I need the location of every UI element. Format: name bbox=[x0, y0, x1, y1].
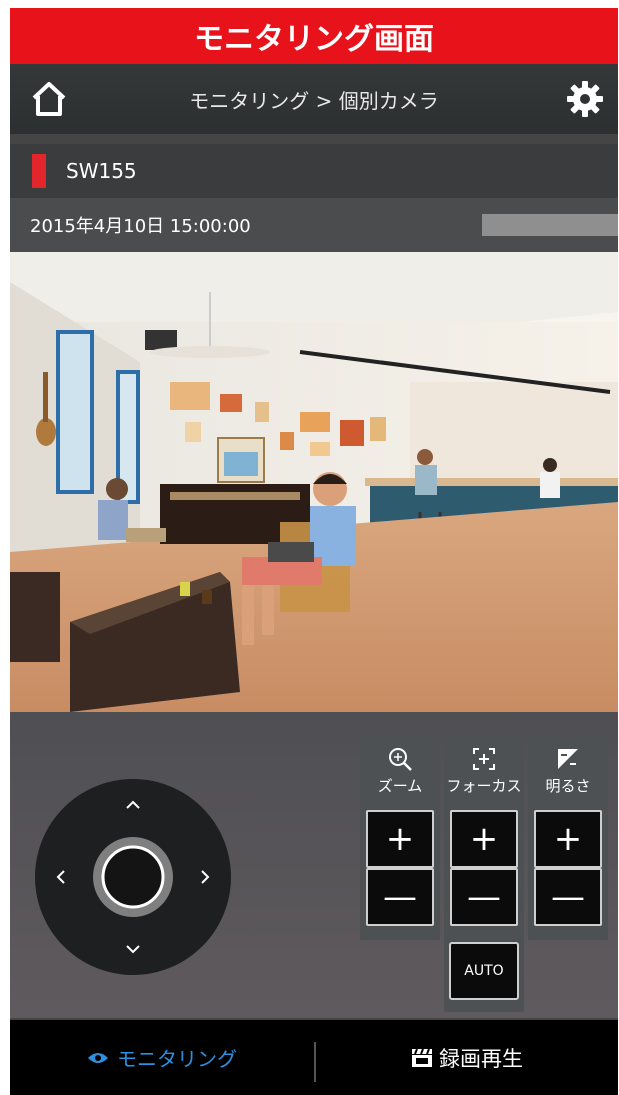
plus-icon: + bbox=[553, 819, 583, 859]
focus-auto-button[interactable]: AUTO bbox=[449, 942, 519, 1000]
focus-label: フォーカス bbox=[446, 777, 522, 795]
video-frame-image bbox=[10, 252, 618, 712]
status-bar-placeholder bbox=[482, 214, 618, 236]
camera-status-marker bbox=[32, 154, 46, 188]
minus-icon: — bbox=[467, 877, 501, 917]
ptz-joystick[interactable] bbox=[34, 778, 232, 976]
focus-minus-button[interactable]: — bbox=[450, 868, 518, 926]
app-screen: モニタリング > 個別カメラ SW155 2015年4月10日 15:00:00… bbox=[10, 64, 618, 1095]
minus-icon: — bbox=[383, 877, 417, 917]
zoom-in-button[interactable]: + bbox=[366, 810, 434, 868]
focus-icon bbox=[473, 748, 495, 770]
gear-icon[interactable] bbox=[564, 78, 606, 120]
timestamp-row: 2015年4月10日 15:00:00 bbox=[10, 198, 618, 252]
minus-icon: — bbox=[551, 877, 585, 917]
eye-icon bbox=[88, 1052, 108, 1063]
tab-monitoring-label: モニタリング bbox=[117, 1047, 237, 1071]
tab-monitoring[interactable]: モニタリング bbox=[10, 1020, 314, 1095]
camera-name-row: SW155 bbox=[10, 144, 618, 198]
bottom-tab-bar: モニタリング 録画再生 bbox=[10, 1020, 618, 1095]
focus-plus-button[interactable]: + bbox=[450, 810, 518, 868]
page-banner: モニタリング画面 bbox=[10, 8, 618, 64]
zoom-out-button[interactable]: — bbox=[366, 868, 434, 926]
brightness-plus-button[interactable]: + bbox=[534, 810, 602, 868]
top-navigation-bar: モニタリング > 個別カメラ bbox=[10, 64, 618, 134]
zoom-icon bbox=[389, 748, 412, 771]
tab-recording-playback[interactable]: 録画再生 bbox=[316, 1020, 618, 1095]
brightness-label: 明るさ bbox=[545, 777, 591, 795]
clapperboard-icon bbox=[412, 1048, 432, 1067]
brightness-minus-button[interactable]: — bbox=[534, 868, 602, 926]
home-icon[interactable] bbox=[28, 78, 70, 120]
zoom-label: ズーム bbox=[377, 777, 423, 795]
camera-video-feed[interactable] bbox=[10, 252, 618, 712]
plus-icon: + bbox=[385, 819, 415, 859]
brightness-icon bbox=[558, 749, 578, 769]
breadcrumb: モニタリング > 個別カメラ bbox=[189, 88, 439, 113]
tab-recording-playback-label: 録画再生 bbox=[439, 1046, 523, 1071]
timestamp: 2015年4月10日 15:00:00 bbox=[30, 216, 251, 237]
camera-name: SW155 bbox=[66, 159, 137, 183]
camera-controls-panel: ズーム + — フォーカス + — AUTO 明るさ + — bbox=[10, 712, 618, 1018]
banner-title: モニタリング画面 bbox=[194, 22, 434, 57]
plus-icon: + bbox=[469, 819, 499, 859]
